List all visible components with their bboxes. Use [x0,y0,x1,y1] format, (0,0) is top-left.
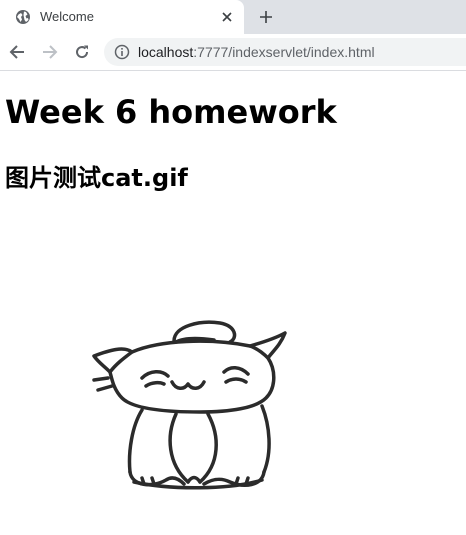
url-text[interactable]: localhost:7777/indexservlet/index.html [138,44,375,60]
tab-strip: Welcome [0,0,466,34]
tab-welcome[interactable]: Welcome [0,0,244,34]
arrow-right-icon [43,45,58,59]
forward-button[interactable] [38,40,62,64]
url-host: localhost [138,44,194,60]
arrow-left-icon [9,45,24,59]
cat-doodle-image [92,320,287,490]
new-tab-button[interactable] [255,6,277,28]
info-icon[interactable] [114,44,130,60]
page-content: Week 6 homework 图片测试cat.gif [0,71,466,535]
close-icon [222,12,232,22]
reload-icon [76,45,89,59]
image-test-heading: 图片测试cat.gif [5,164,188,192]
page-heading: Week 6 homework [5,93,337,131]
back-button[interactable] [5,40,29,64]
plus-icon [260,11,272,23]
reload-button[interactable] [70,40,94,64]
close-tab-button[interactable] [218,8,236,26]
address-bar[interactable]: localhost:7777/indexservlet/index.html [104,38,466,66]
browser-chrome: Welcome localhost:7777/indexservlet/inde… [0,0,466,71]
url-path: :7777/indexservlet/index.html [193,44,375,60]
toolbar: localhost:7777/indexservlet/index.html [0,34,466,71]
globe-icon [16,10,30,24]
tab-title: Welcome [40,9,94,24]
